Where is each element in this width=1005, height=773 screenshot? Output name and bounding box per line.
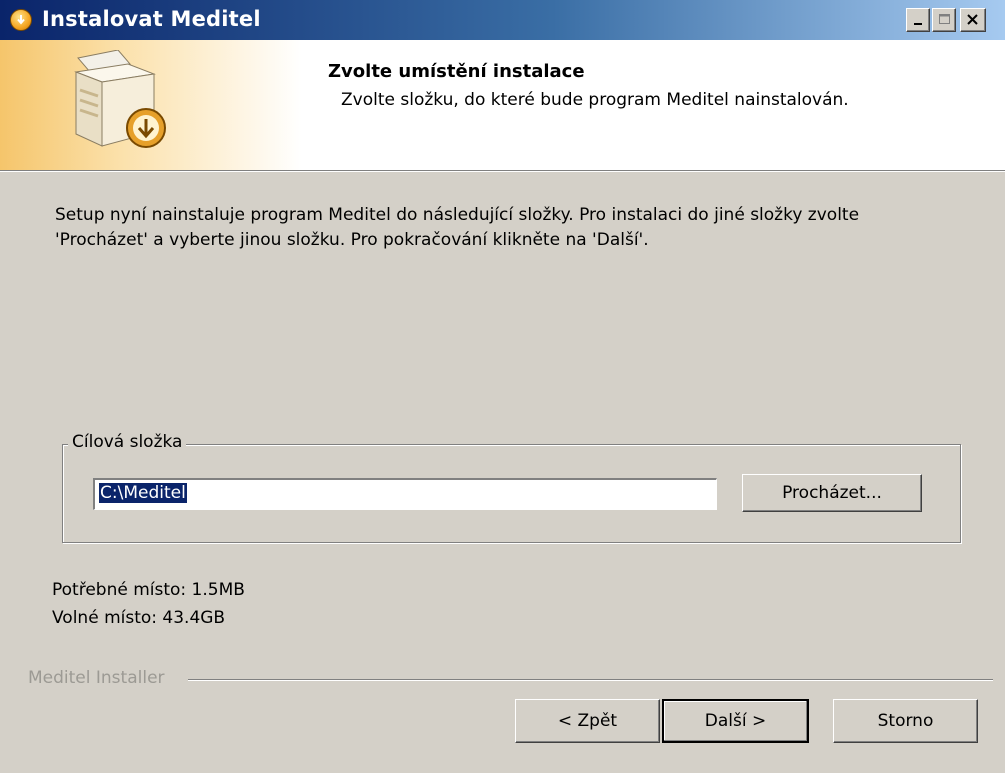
window-title: Instalovat Meditel [42, 7, 261, 31]
footer-divider [188, 679, 993, 681]
intro-line-2: 'Procházet' a vyberte jinou složku. Pro … [55, 230, 649, 250]
installer-brand: Meditel Installer [28, 668, 165, 688]
destination-path-input[interactable]: C:\Meditel [93, 478, 717, 510]
close-icon [967, 14, 978, 25]
intro-line-1: Setup nyní nainstaluje program Meditel d… [55, 205, 860, 225]
close-button[interactable] [960, 8, 986, 32]
space-available: Volné místo: 43.4GB [52, 608, 226, 628]
page-subtitle: Zvolte složku, do které bude program Med… [341, 90, 849, 110]
space-required: Potřebné místo: 1.5MB [52, 580, 245, 600]
next-button[interactable]: Další > [662, 699, 809, 743]
maximize-button[interactable] [932, 8, 956, 32]
maximize-icon [939, 14, 950, 24]
intro-text: Setup nyní nainstaluje program Meditel d… [55, 203, 975, 253]
page-title: Zvolte umístění instalace [328, 61, 585, 82]
header-divider [0, 171, 1005, 172]
minimize-button[interactable] [906, 8, 930, 32]
destination-path-value: C:\Meditel [99, 483, 187, 503]
installer-icon [10, 9, 32, 31]
setup-box-icon [74, 50, 166, 148]
destination-group-label: Cílová složka [68, 432, 187, 452]
title-bar[interactable]: Instalovat Meditel [0, 0, 1005, 40]
installer-window: Instalovat Meditel Zvolte umístění insta… [0, 0, 1005, 773]
minimize-icon [914, 23, 922, 25]
cancel-button[interactable]: Storno [833, 699, 978, 743]
back-button[interactable]: < Zpět [515, 699, 660, 743]
browse-button[interactable]: Procházet... [742, 474, 922, 512]
